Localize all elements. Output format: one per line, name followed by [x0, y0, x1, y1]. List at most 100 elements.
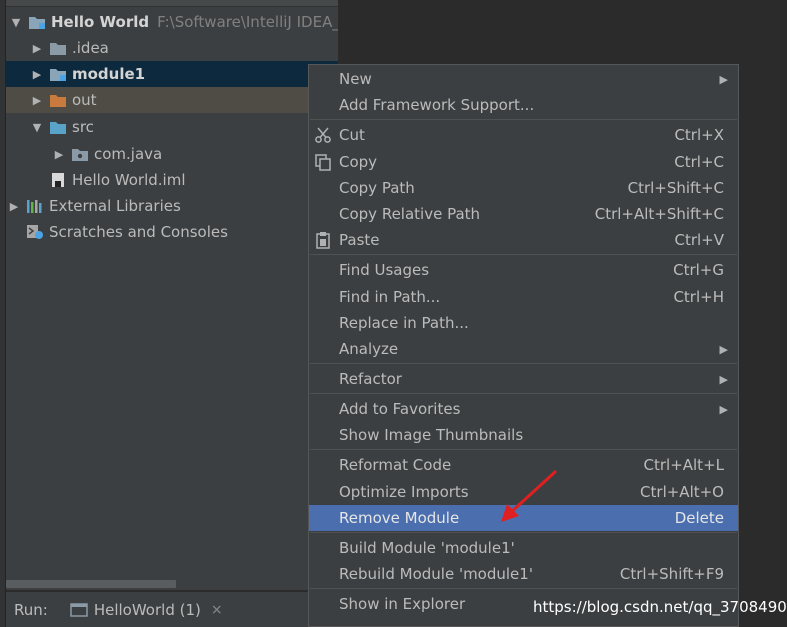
- menu-item-new[interactable]: New ▶: [309, 66, 738, 92]
- menu-shortcut: Ctrl+H: [673, 288, 724, 306]
- package-icon: [72, 149, 88, 161]
- collapsed-arrow-icon[interactable]: ▶: [31, 68, 43, 81]
- menu-shortcut: Delete: [674, 509, 724, 527]
- menu-shortcut: Ctrl+Alt+L: [643, 456, 725, 474]
- menu-item-find-usages[interactable]: Find Usages Ctrl+G: [309, 257, 738, 283]
- context-menu: New ▶ Add Framework Support... Cut Ctrl+…: [308, 64, 739, 627]
- menu-shortcut: Ctrl+X: [674, 126, 724, 144]
- project-panel: ▼ Hello World F:\Software\IntelliJ IDEA_…: [6, 0, 339, 590]
- menu-item-find-in-path[interactable]: Find in Path... Ctrl+H: [309, 284, 738, 310]
- folder-icon: [50, 43, 66, 55]
- tree-item-external-libraries[interactable]: ▶ External Libraries: [6, 193, 338, 219]
- menu-separator: [310, 254, 737, 255]
- menu-item-build-module[interactable]: Build Module 'module1': [309, 535, 738, 561]
- menu-item-label: Add Framework Support...: [339, 96, 535, 114]
- menu-separator: [310, 532, 737, 533]
- tree-item-src[interactable]: ▼ src: [6, 114, 338, 140]
- tree-item-root[interactable]: ▼ Hello World F:\Software\IntelliJ IDEA_…: [6, 9, 339, 35]
- scrollbar-thumb[interactable]: [6, 580, 176, 588]
- menu-item-analyze[interactable]: Analyze ▶: [309, 336, 738, 362]
- menu-item-label: New: [339, 70, 372, 88]
- close-icon[interactable]: ×: [211, 602, 223, 618]
- module-folder-icon: [29, 17, 45, 29]
- run-label: Run:: [14, 600, 48, 619]
- collapsed-arrow-icon[interactable]: ▶: [8, 200, 20, 213]
- menu-item-label: Reformat Code: [339, 456, 452, 474]
- menu-item-add-framework-support[interactable]: Add Framework Support...: [309, 92, 738, 118]
- menu-item-add-to-favorites[interactable]: Add to Favorites ▶: [309, 396, 738, 422]
- menu-item-copy[interactable]: Copy Ctrl+C: [309, 149, 738, 175]
- menu-item-label: Find in Path...: [339, 288, 441, 306]
- tree-item-label: com.java: [94, 145, 163, 163]
- console-icon: [70, 602, 88, 617]
- menu-item-label: Show in Explorer: [339, 595, 466, 613]
- tree-item-com-java[interactable]: ▶ com.java: [6, 141, 338, 167]
- menu-item-copy-path[interactable]: Copy Path Ctrl+Shift+C: [309, 175, 738, 201]
- menu-item-label: Build Module 'module1': [339, 539, 515, 557]
- menu-item-label: Copy: [339, 153, 378, 171]
- menu-item-label: Refactor: [339, 370, 402, 388]
- menu-item-label: Analyze: [339, 340, 399, 358]
- library-icon: [27, 200, 42, 213]
- collapsed-arrow-icon[interactable]: ▶: [53, 148, 65, 161]
- menu-item-label: Optimize Imports: [339, 483, 469, 501]
- menu-separator: [310, 588, 737, 589]
- tree-item-label: out: [72, 91, 97, 109]
- menu-shortcut: Ctrl+Alt+Shift+C: [594, 205, 724, 223]
- expanded-arrow-icon[interactable]: ▼: [31, 121, 43, 134]
- tree-item-scratches[interactable]: ▶ Scratches and Consoles: [6, 219, 338, 245]
- excluded-folder-icon: [50, 95, 66, 107]
- menu-shortcut: Ctrl+G: [673, 261, 724, 279]
- menu-item-label: Copy Path: [339, 179, 415, 197]
- submenu-arrow-icon: ▶: [719, 402, 728, 416]
- menu-item-rebuild-module[interactable]: Rebuild Module 'module1' Ctrl+Shift+F9: [309, 561, 738, 587]
- project-path: F:\Software\IntelliJ IDEA_2: [157, 13, 339, 31]
- run-tab-label: HelloWorld (1): [93, 600, 201, 619]
- menu-item-label: Rebuild Module 'module1': [339, 565, 533, 583]
- tree-item-idea[interactable]: ▶ .idea: [6, 35, 338, 61]
- menu-item-copy-relative-path[interactable]: Copy Relative Path Ctrl+Alt+Shift+C: [309, 201, 738, 227]
- panel-header: [6, 0, 338, 7]
- iml-file-icon: [52, 173, 64, 187]
- menu-shortcut: Ctrl+Alt+O: [640, 483, 724, 501]
- menu-item-cut[interactable]: Cut Ctrl+X: [309, 122, 738, 148]
- module-folder-icon: [50, 69, 66, 81]
- submenu-arrow-icon: ▶: [719, 342, 728, 356]
- menu-item-label: Add to Favorites: [339, 400, 461, 418]
- menu-shortcut: Ctrl+Shift+F9: [619, 565, 724, 583]
- run-tool-window-bar: Run: HelloWorld (1) ×: [6, 591, 339, 627]
- red-arrow-annotation: [501, 470, 557, 522]
- menu-shortcut: Ctrl+V: [674, 231, 724, 249]
- menu-item-label: Show Image Thumbnails: [339, 426, 524, 444]
- source-folder-icon: [50, 122, 66, 134]
- menu-separator: [310, 449, 737, 450]
- submenu-arrow-icon: ▶: [719, 372, 728, 386]
- menu-item-refactor[interactable]: Refactor ▶: [309, 366, 738, 392]
- tree-item-iml[interactable]: ▶ Hello World.iml: [6, 167, 338, 193]
- horizontal-scrollbar[interactable]: [6, 578, 339, 590]
- tree-item-label: External Libraries: [49, 197, 181, 215]
- menu-item-label: Replace in Path...: [339, 314, 469, 332]
- menu-item-replace-in-path[interactable]: Replace in Path...: [309, 310, 738, 336]
- tree-item-label: Hello World.iml: [72, 171, 186, 189]
- run-tab-helloworld[interactable]: HelloWorld (1) ×: [70, 601, 223, 619]
- menu-item-label: Find Usages: [339, 261, 430, 279]
- menu-item-label: Cut: [339, 126, 365, 144]
- expanded-arrow-icon[interactable]: ▼: [10, 16, 22, 29]
- tree-item-out[interactable]: ▶ out: [6, 87, 338, 113]
- tree-item-label: .idea: [72, 39, 109, 57]
- tree-item-label: module1: [72, 65, 146, 83]
- menu-separator: [310, 393, 737, 394]
- menu-item-paste[interactable]: Paste Ctrl+V: [309, 227, 738, 253]
- menu-item-show-image-thumbnails[interactable]: Show Image Thumbnails: [309, 422, 738, 448]
- watermark-url: https://blog.csdn.net/qq_37084904: [533, 598, 787, 616]
- copy-icon: [315, 154, 331, 171]
- tree-item-label: Hello World: [51, 13, 150, 31]
- collapsed-arrow-icon[interactable]: ▶: [31, 94, 43, 107]
- scratches-icon: [27, 225, 43, 239]
- collapsed-arrow-icon[interactable]: ▶: [31, 42, 43, 55]
- menu-shortcut: Ctrl+Shift+C: [627, 179, 724, 197]
- tree-item-module1[interactable]: ▶ module1: [6, 61, 338, 87]
- menu-item-label: Remove Module: [339, 509, 460, 527]
- menu-item-label: Paste: [339, 231, 380, 249]
